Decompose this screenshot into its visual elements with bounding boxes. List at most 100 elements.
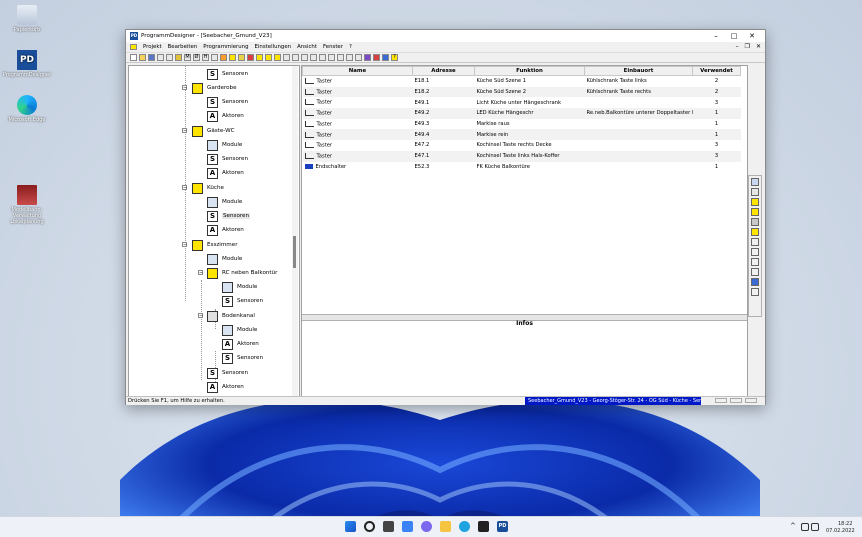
tree-item-room[interactable]: Küche xyxy=(192,182,224,194)
tree-item[interactable]: S Sensoren xyxy=(222,352,263,364)
mdi-restore-button[interactable]: ❐ xyxy=(745,42,750,52)
palette-grid-icon[interactable] xyxy=(751,218,759,226)
tree-item[interactable]: S Sensoren xyxy=(207,153,248,165)
palette-panel-icon[interactable] xyxy=(751,188,759,196)
expand-toggle[interactable]: − xyxy=(182,185,187,191)
filter-icon[interactable] xyxy=(373,54,380,61)
check-icon[interactable] xyxy=(238,54,245,61)
table-row[interactable]: Taster E18.2 Küche Süd Szene 2 Kühlschra… xyxy=(302,86,741,98)
minimize-button[interactable]: – xyxy=(707,30,725,42)
tree-item-selected[interactable]: S Sensoren xyxy=(207,210,251,222)
edge-taskbar-icon[interactable] xyxy=(459,521,470,532)
tool-d-icon[interactable] xyxy=(346,54,353,61)
tree-item-bodenkanal[interactable]: Bodenkanal xyxy=(207,310,255,322)
palette-list-icon[interactable] xyxy=(751,228,759,236)
print-icon[interactable] xyxy=(157,54,164,61)
palette-actuator-icon[interactable] xyxy=(751,248,759,256)
tool-m-icon[interactable]: M xyxy=(184,54,191,61)
column-header-einbauort[interactable]: Einbauort xyxy=(584,66,693,76)
palette-link-icon[interactable] xyxy=(751,258,759,266)
tree-item-room[interactable]: Garderobe xyxy=(192,82,237,94)
desktop-icon-edge[interactable]: Microsoft Edge xyxy=(1,95,53,123)
tree-item[interactable]: A Aktoren xyxy=(207,224,244,236)
tray-overflow-chevron[interactable]: ^ xyxy=(790,522,796,530)
palette-flag-icon[interactable] xyxy=(751,278,759,286)
table-row[interactable]: Endschalter E52.3 FK Küche Balkontüre 1 xyxy=(303,162,741,173)
expand-toggle[interactable]: − xyxy=(198,270,203,276)
table-row[interactable]: Taster E49.4 Markise rein 1 xyxy=(302,129,741,141)
programmdesigner-taskbar-icon[interactable]: PD xyxy=(497,521,508,532)
paste-icon[interactable] xyxy=(292,54,299,61)
task-view-icon[interactable] xyxy=(383,521,394,532)
undo-icon[interactable] xyxy=(301,54,308,61)
save-icon[interactable] xyxy=(148,54,155,61)
palette-module-icon[interactable] xyxy=(751,208,759,216)
maximize-button[interactable]: □ xyxy=(725,30,743,42)
menu-ansicht[interactable]: Ansicht xyxy=(294,44,320,50)
store-icon[interactable] xyxy=(478,521,489,532)
tree-scrollbar[interactable] xyxy=(292,66,298,396)
tree-item[interactable]: Module xyxy=(222,281,257,293)
column-header-adresse[interactable]: Adresse xyxy=(412,66,475,76)
menu-help[interactable]: ? xyxy=(346,44,355,50)
app-icon[interactable]: PD xyxy=(130,32,138,40)
expand-toggle[interactable]: − xyxy=(182,242,187,248)
volume-icon[interactable] xyxy=(811,523,819,531)
network-icon[interactable] xyxy=(801,523,809,531)
copy-icon[interactable] xyxy=(283,54,290,61)
new-icon[interactable] xyxy=(130,54,137,61)
menu-programmierung[interactable]: Programmierung xyxy=(200,44,251,50)
help-icon[interactable]: ? xyxy=(391,54,398,61)
tree-item[interactable]: Module xyxy=(222,324,257,336)
tree-item-room[interactable]: Gäste-WC xyxy=(192,125,235,137)
cut-icon[interactable] xyxy=(166,54,173,61)
expand-toggle[interactable]: − xyxy=(198,313,203,319)
color-icon[interactable] xyxy=(364,54,371,61)
list-icon[interactable] xyxy=(265,54,272,61)
tree-item[interactable]: S Sensoren xyxy=(207,367,248,379)
palette-sensor-icon[interactable] xyxy=(751,238,759,246)
mdi-minimize-button[interactable]: – xyxy=(736,42,739,52)
tree-item[interactable]: S Sensoren xyxy=(222,295,263,307)
column-header-verwendet[interactable]: Verwendet xyxy=(692,66,741,76)
tree-item[interactable]: S Sensoren xyxy=(207,68,248,80)
tool-a-icon[interactable] xyxy=(319,54,326,61)
column-header-funktion[interactable]: Funktion xyxy=(474,66,585,76)
wizard-icon[interactable] xyxy=(175,54,182,61)
tree-item[interactable]: Module xyxy=(207,139,242,151)
expand-toggle[interactable]: − xyxy=(182,128,187,134)
clock-date[interactable]: 07.02.2022 xyxy=(826,528,855,534)
grid-icon[interactable] xyxy=(274,54,281,61)
desktop-icon-modellbahn[interactable]: Modellbahn-Verwaltung Lokalplanung xyxy=(1,185,53,225)
palette-box-icon[interactable] xyxy=(751,288,759,296)
close-button[interactable]: ✕ xyxy=(743,30,761,42)
tree-item[interactable]: A Aktoren xyxy=(207,167,244,179)
menu-fenster[interactable]: Fenster xyxy=(320,44,346,50)
tree-item-rc[interactable]: RC neben Balkontür xyxy=(207,267,277,279)
redo-icon[interactable] xyxy=(310,54,317,61)
tree-item[interactable]: S Sensoren xyxy=(207,96,248,108)
menu-einstellungen[interactable]: Einstellungen xyxy=(252,44,295,50)
palette-separator-icon[interactable] xyxy=(751,268,759,276)
tree-item[interactable]: Module xyxy=(207,253,242,265)
table-row[interactable]: Taster E47.1 Kochinsel Taste links Hals-… xyxy=(302,150,741,162)
programmdesigner-window[interactable]: PD ProgrammDesigner - [Seebacher_Gmund_V… xyxy=(125,29,766,405)
tree-item[interactable]: A Aktoren xyxy=(207,381,244,393)
pin-icon[interactable] xyxy=(211,54,218,61)
tool-b-icon[interactable] xyxy=(328,54,335,61)
desktop-icon-recycle-bin[interactable]: Papierkorb xyxy=(1,5,53,33)
title-bar[interactable]: PD ProgrammDesigner - [Seebacher_Gmund_V… xyxy=(126,30,765,42)
project-tree[interactable]: S Sensoren − Garderobe S Sensoren A Akto… xyxy=(128,65,300,397)
start-icon[interactable] xyxy=(345,521,356,532)
tool-e-icon[interactable] xyxy=(355,54,362,61)
flag-icon[interactable] xyxy=(382,54,389,61)
table-row[interactable]: Taster E18.1 Küche Süd Szene 1 Kühlschra… xyxy=(303,76,741,87)
tree-item[interactable]: A Aktoren xyxy=(222,338,259,350)
desktop-icon-programmdesigner[interactable]: PD ProgrammDesigner xyxy=(1,50,53,78)
module-icon[interactable] xyxy=(256,54,263,61)
lightning-icon[interactable] xyxy=(220,54,227,61)
table-row[interactable]: Taster E47.2 Kochinsel Taste rechts Deck… xyxy=(303,140,741,151)
tool-o-icon[interactable]: Ø xyxy=(193,54,200,61)
palette-panel-icon[interactable] xyxy=(751,178,759,186)
file-explorer-icon[interactable] xyxy=(440,521,451,532)
